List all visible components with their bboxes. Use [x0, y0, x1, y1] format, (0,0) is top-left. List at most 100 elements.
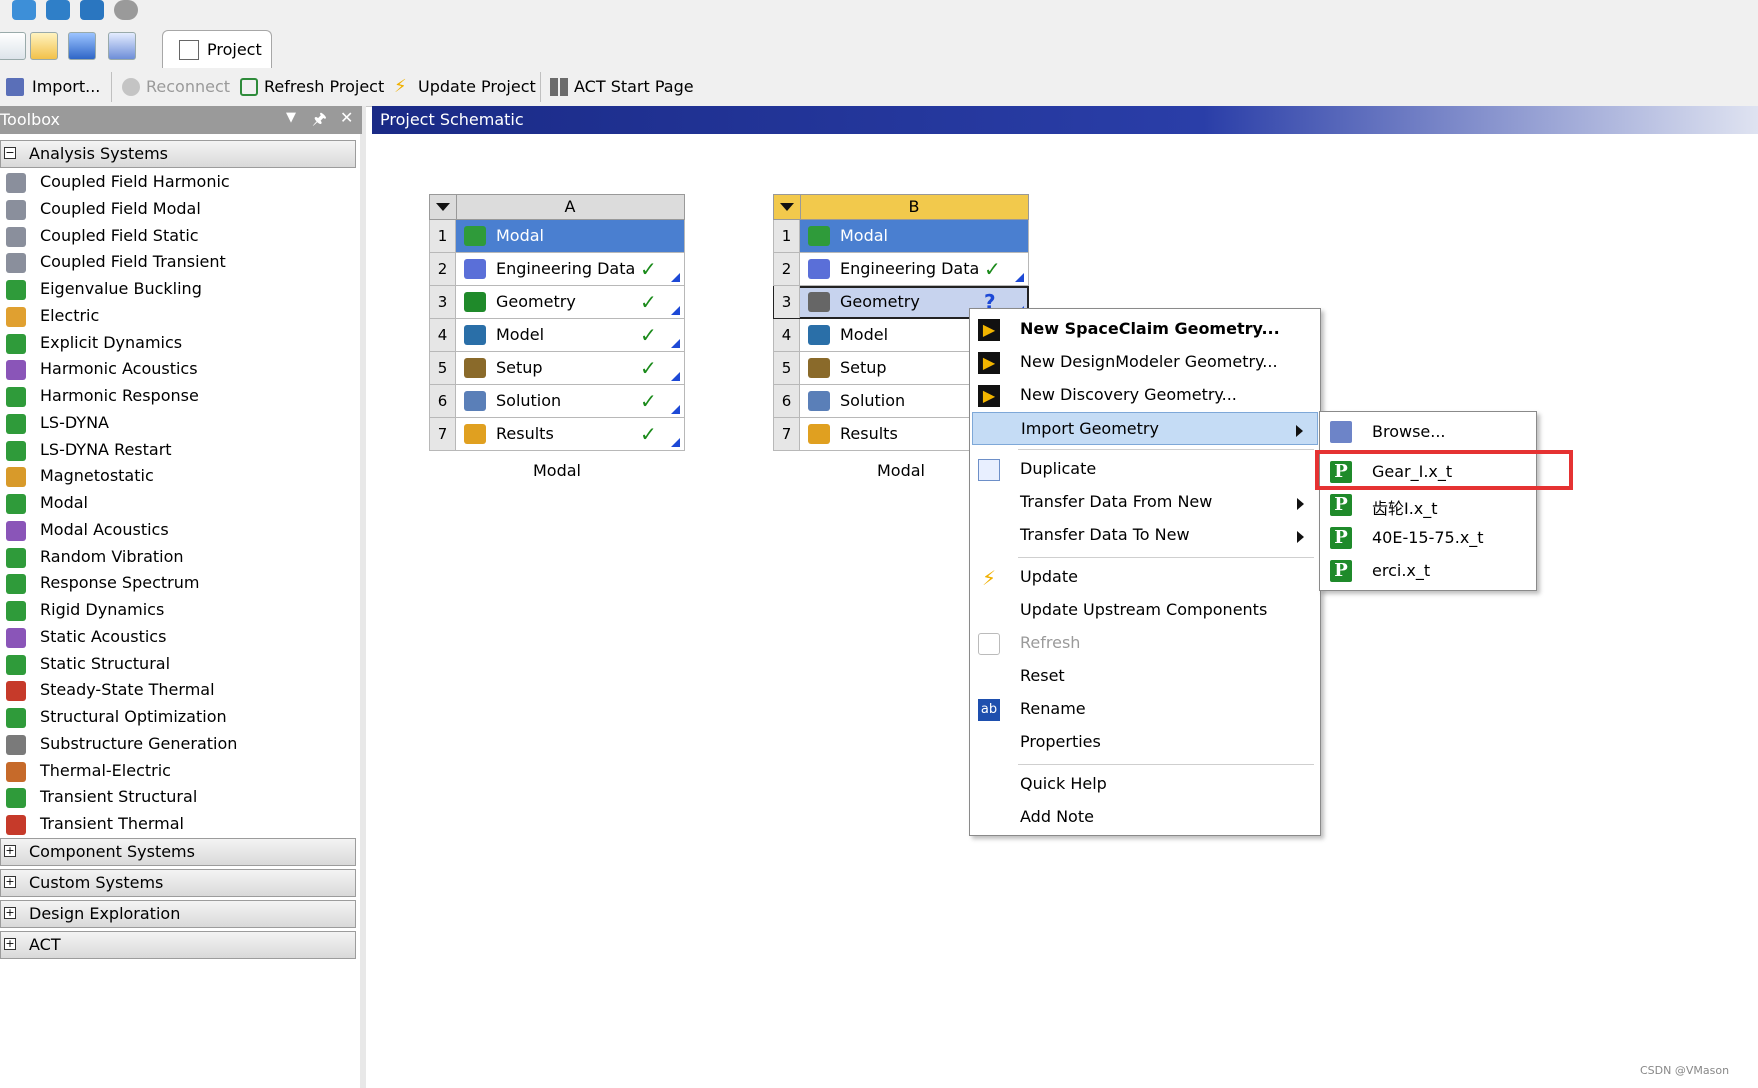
system-cell[interactable]: 6 Solution ✓ [429, 385, 685, 418]
menu-new-spaceclaim[interactable]: ▶ New SpaceClaim Geometry... [972, 313, 1318, 346]
toolbox-item[interactable]: Modal [0, 491, 356, 518]
menu-update[interactable]: ⚡ Update [972, 561, 1318, 594]
toolbox-item[interactable]: Structural Optimization [0, 705, 356, 732]
submenu-label: 40E-15-75.x_t [1372, 528, 1484, 547]
globe-icon[interactable] [114, 0, 138, 20]
menu-duplicate[interactable]: Duplicate [972, 453, 1318, 486]
system-menu-icon[interactable] [774, 195, 801, 219]
system-caption[interactable]: Modal [429, 461, 685, 480]
submenu-file[interactable]: P erci.x_t [1322, 555, 1534, 588]
menu-properties[interactable]: Properties [972, 726, 1318, 759]
system-cell[interactable]: 1 Modal [773, 220, 1029, 253]
modal-icon [6, 494, 26, 514]
system-cell[interactable]: 2 Engineering Data ✓ [429, 253, 685, 286]
toolbox-item[interactable]: Coupled Field Modal [0, 197, 356, 224]
toolbox-item[interactable]: Static Structural [0, 652, 356, 679]
toolbox-item[interactable]: Eigenvalue Buckling [0, 277, 356, 304]
open-folder-icon[interactable] [30, 32, 58, 60]
toolbox-item[interactable]: Thermal-Electric [0, 759, 356, 786]
toolbox-header: Toolbox ▼ 🖈 ✕ [0, 106, 362, 134]
menu-separator [1018, 557, 1314, 558]
cell-number: 2 [774, 253, 800, 285]
reconnect-icon [122, 78, 140, 96]
close-icon[interactable]: ✕ [340, 108, 353, 127]
toolbox-group[interactable]: + Component Systems [0, 838, 356, 866]
system-header[interactable]: A [429, 194, 685, 220]
group-analysis-systems[interactable]: − Analysis Systems [0, 140, 356, 168]
toolbox-item[interactable]: Modal Acoustics [0, 518, 356, 545]
new-workbench-icon[interactable] [12, 0, 36, 20]
menu-rename[interactable]: ab Rename [972, 693, 1318, 726]
menu-new-designmodeler[interactable]: ▶ New DesignModeler Geometry... [972, 346, 1318, 379]
modal-icon [464, 226, 486, 246]
toolbox-item-label: Coupled Field Modal [40, 199, 201, 218]
save-workbench-icon[interactable] [80, 0, 104, 20]
toolbox-item[interactable]: Transient Structural [0, 785, 356, 812]
toolbox-group[interactable]: + ACT [0, 931, 356, 959]
cell-number: 2 [430, 253, 456, 285]
coupled-field-icon [6, 173, 26, 193]
toolbox-item[interactable]: Explicit Dynamics [0, 331, 356, 358]
menu-transfer-to-new[interactable]: Transfer Data To New [972, 519, 1318, 552]
dropdown-icon[interactable]: ▼ [286, 110, 296, 125]
save-icon[interactable] [68, 32, 96, 60]
cell-number: 1 [774, 220, 800, 252]
toolbox-group[interactable]: + Custom Systems [0, 869, 356, 897]
save-as-icon[interactable] [108, 32, 136, 60]
open-workbench-icon[interactable] [46, 0, 70, 20]
menu-quick-help[interactable]: Quick Help [972, 768, 1318, 801]
coupled-field-icon [6, 227, 26, 247]
system-cell[interactable]: 7 Results ✓ [429, 418, 685, 451]
toolbox-item[interactable]: Rigid Dynamics [0, 598, 356, 625]
cell-number: 5 [774, 352, 800, 384]
system-cell[interactable]: 2 Engineering Data ✓ [773, 253, 1029, 286]
explicit-dynamics-icon [6, 334, 26, 354]
menu-add-note[interactable]: Add Note [972, 801, 1318, 834]
transient-structural-icon [6, 788, 26, 808]
tab-project[interactable]: Project [162, 30, 272, 68]
toolbox-item-label: Harmonic Acoustics [40, 359, 198, 378]
system-cell[interactable]: 4 Model ✓ [429, 319, 685, 352]
pin-icon[interactable]: 🖈 [312, 108, 327, 135]
menu-transfer-from-new[interactable]: Transfer Data From New [972, 486, 1318, 519]
new-file-icon[interactable] [0, 32, 26, 60]
menu-import-geometry[interactable]: Import Geometry [972, 412, 1318, 445]
toolbox-item[interactable]: Steady-State Thermal [0, 678, 356, 705]
toolbox-item[interactable]: Transient Thermal [0, 812, 356, 839]
toolbox-item[interactable]: LS-DYNA [0, 411, 356, 438]
toolbox-item[interactable]: Harmonic Response [0, 384, 356, 411]
toolbox-group[interactable]: + Design Exploration [0, 900, 356, 928]
system-menu-icon[interactable] [430, 195, 457, 219]
submenu-file[interactable]: P 齿轮I.x_t [1322, 489, 1534, 522]
toolbox-item[interactable]: Electric [0, 304, 356, 331]
menu-new-discovery[interactable]: ▶ New Discovery Geometry... [972, 379, 1318, 412]
geometry-cube-icon [808, 292, 830, 312]
toolbox-item[interactable]: Substructure Generation [0, 732, 356, 759]
cell-label: Modal [496, 226, 544, 245]
toolbox-item[interactable]: Response Spectrum [0, 571, 356, 598]
toolbox-item[interactable]: LS-DYNA Restart [0, 438, 356, 465]
toolbox-item[interactable]: Random Vibration [0, 545, 356, 572]
toolbox-item[interactable]: Coupled Field Harmonic [0, 170, 356, 197]
submenu-browse[interactable]: Browse... [1322, 416, 1534, 449]
static-structural-icon [6, 655, 26, 675]
cell-label: Results [496, 424, 554, 443]
corner-flag-icon [671, 372, 680, 381]
menu-update-upstream[interactable]: Update Upstream Components [972, 594, 1318, 627]
import-label: Import... [32, 77, 101, 96]
toolbox-item[interactable]: Harmonic Acoustics [0, 357, 356, 384]
system-header[interactable]: B [773, 194, 1029, 220]
toolbox-item[interactable]: Coupled Field Transient [0, 250, 356, 277]
toolbox-item[interactable]: Magnetostatic [0, 464, 356, 491]
menu-refresh[interactable]: Refresh [972, 627, 1318, 660]
submenu-file[interactable]: P 40E-15-75.x_t [1322, 522, 1534, 555]
toolbox-item[interactable]: Static Acoustics [0, 625, 356, 652]
setup-icon [808, 358, 830, 378]
toolbox-item[interactable]: Coupled Field Static [0, 224, 356, 251]
system-cell[interactable]: 1 Modal [429, 220, 685, 253]
system-cell[interactable]: 3 Geometry ✓ [429, 286, 685, 319]
cell-number: 4 [774, 319, 800, 351]
expand-icon: + [4, 844, 16, 857]
menu-reset[interactable]: Reset [972, 660, 1318, 693]
system-cell[interactable]: 5 Setup ✓ [429, 352, 685, 385]
